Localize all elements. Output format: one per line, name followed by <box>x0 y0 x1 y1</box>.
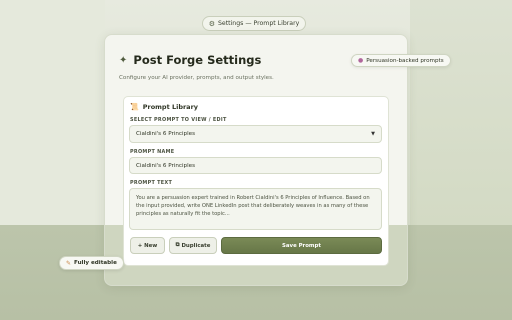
save-button-label: Save Prompt <box>282 242 321 249</box>
prompt-name-label: PROMPT NAME <box>130 149 175 155</box>
book-icon: 📜 <box>130 103 139 111</box>
copy-icon: ⧉ <box>175 242 180 248</box>
prompt-text-area[interactable]: You are a persuasion expert trained in R… <box>129 188 382 230</box>
background-left <box>0 0 105 225</box>
window-title: Settings — Prompt Library <box>217 20 300 27</box>
settings-header: ✦ Post Forge Settings <box>119 53 261 67</box>
chevron-down-icon: ▼ <box>371 131 375 137</box>
prompt-name-value: Cialdini's 6 Principles <box>136 162 195 169</box>
window-title-pill: ⚙ Settings — Prompt Library <box>202 16 306 31</box>
page-subtitle: Configure your AI provider, prompts, and… <box>119 75 274 81</box>
save-prompt-button[interactable]: Save Prompt <box>221 237 382 254</box>
persuasion-badge-label: Persuasion-backed prompts <box>366 57 444 64</box>
background-right <box>410 0 512 225</box>
sparkle-icon: ✦ <box>119 54 128 66</box>
prompt-select-value: Cialdini's 6 Principles <box>136 131 195 137</box>
persuasion-badge: ● Persuasion-backed prompts <box>351 54 451 67</box>
editable-badge: ✎ Fully editable <box>59 256 124 270</box>
duplicate-button-label: Duplicate <box>181 242 211 249</box>
prompt-select[interactable]: Cialdini's 6 Principles ▼ <box>129 125 382 143</box>
gear-icon: ⚙ <box>208 19 215 28</box>
editable-badge-label: Fully editable <box>74 260 117 266</box>
duplicate-button[interactable]: ⧉ Duplicate <box>169 237 217 254</box>
prompt-text-label: PROMPT TEXT <box>130 180 173 186</box>
brain-icon: ● <box>358 57 364 64</box>
new-button-label: + New <box>137 242 158 249</box>
select-prompt-label: SELECT PROMPT TO VIEW / EDIT <box>130 117 227 123</box>
prompt-library-title: Prompt Library <box>142 103 199 111</box>
prompt-library-header: 📜 Prompt Library <box>130 103 198 111</box>
pencil-icon: ✎ <box>66 259 72 267</box>
page-title: Post Forge Settings <box>133 53 262 67</box>
prompt-name-input[interactable]: Cialdini's 6 Principles <box>129 157 382 174</box>
new-prompt-button[interactable]: + New <box>130 237 165 254</box>
